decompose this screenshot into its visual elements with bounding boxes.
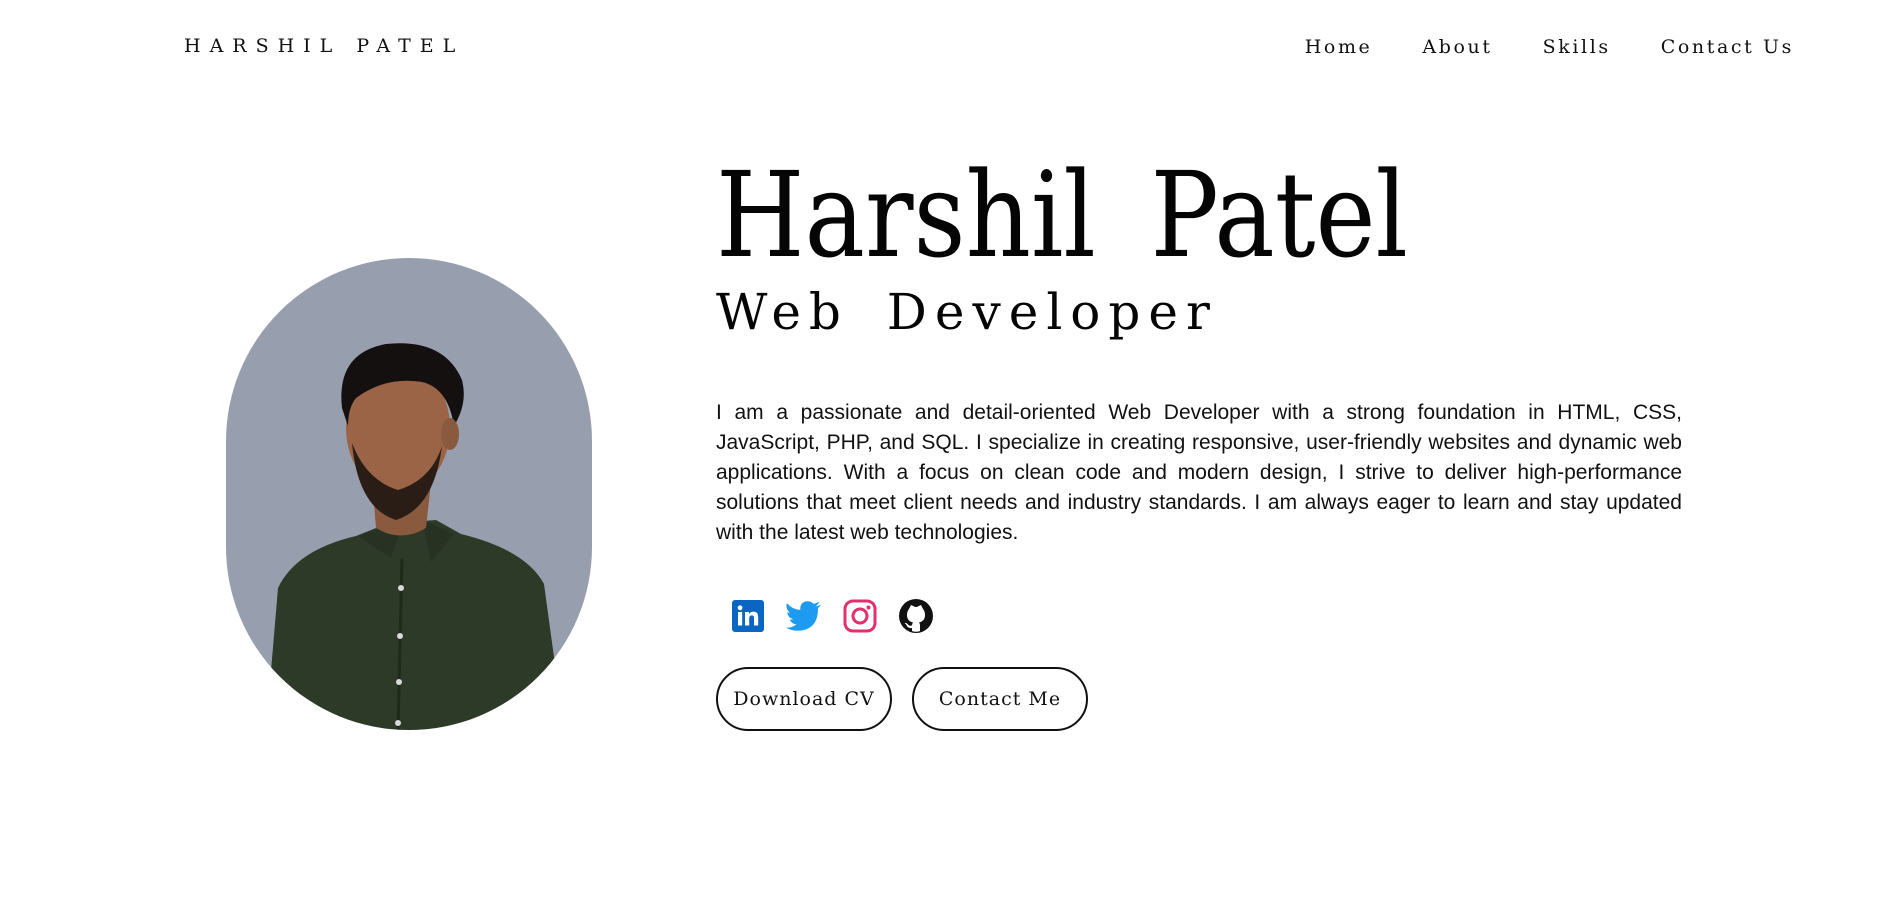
- hero-actions: Download CV Contact Me: [716, 667, 1088, 731]
- nav-about[interactable]: About: [1422, 36, 1492, 58]
- download-cv-button[interactable]: Download CV: [716, 667, 892, 731]
- hero-bio: I am a passionate and detail-oriented We…: [716, 401, 1682, 544]
- person-silhouette-illustration: [266, 343, 564, 730]
- github-icon[interactable]: [898, 598, 934, 634]
- nav-contact-us[interactable]: Contact Us: [1661, 36, 1794, 58]
- hero-role: Web Developer: [716, 283, 1218, 341]
- nav-home[interactable]: Home: [1305, 36, 1373, 58]
- linkedin-icon[interactable]: [730, 598, 766, 634]
- instagram-icon[interactable]: [842, 598, 878, 634]
- main-nav: Home About Skills Contact Us: [1305, 36, 1794, 58]
- profile-photo: [226, 258, 592, 730]
- twitter-icon[interactable]: [786, 598, 822, 634]
- top-navbar: HARSHIL PATEL Home About Skills Contact …: [0, 0, 1878, 96]
- contact-me-button[interactable]: Contact Me: [912, 667, 1088, 731]
- social-links: [730, 598, 934, 634]
- brand-logo[interactable]: HARSHIL PATEL: [184, 35, 464, 57]
- hero-section: Harshil Patel Web Developer I am a passi…: [716, 146, 1682, 731]
- nav-skills[interactable]: Skills: [1543, 36, 1611, 58]
- hero-name: Harshil Patel: [716, 146, 1408, 284]
